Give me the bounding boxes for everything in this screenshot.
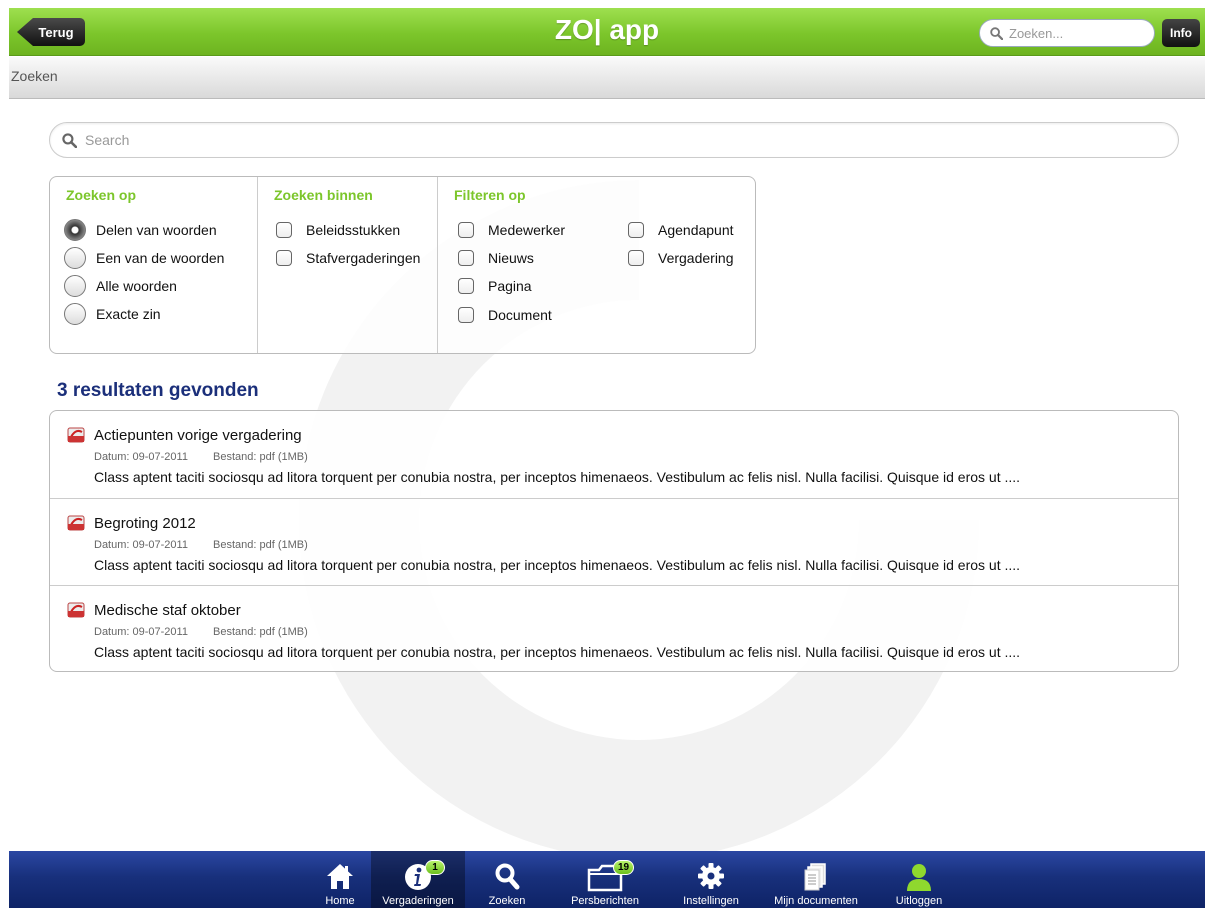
checkbox-document[interactable]: Document [458, 307, 552, 323]
home-icon [327, 864, 353, 889]
pdf-icon [67, 427, 85, 443]
pdf-icon [67, 515, 85, 531]
checkbox[interactable] [458, 307, 474, 323]
checkbox-nieuws[interactable]: Nieuws [458, 250, 534, 266]
option-label: Exacte zin [96, 306, 161, 322]
checkbox-agendapunt[interactable]: Agendapunt [628, 222, 734, 238]
search-icon [62, 132, 77, 148]
search-placeholder: Search [85, 132, 130, 148]
pdf-icon [67, 602, 85, 618]
tab-zoeken[interactable]: Zoeken [477, 851, 537, 908]
top-search-input[interactable]: Zoeken... [979, 19, 1155, 47]
radio-delen-van-woorden[interactable]: Delen van woorden [64, 219, 217, 241]
result-file: Bestand: pdf (1MB) [213, 539, 308, 551]
result-date: Datum: 09-07-2011 [94, 626, 188, 638]
checkbox-medewerker[interactable]: Medewerker [458, 222, 565, 238]
result-title[interactable]: Actiepunten vorige vergadering [94, 427, 302, 444]
result-date: Datum: 09-07-2011 [94, 451, 188, 463]
option-label: Vergadering [658, 250, 734, 266]
notification-badge: 19 [613, 860, 635, 875]
radio-button[interactable] [64, 247, 86, 269]
top-search-placeholder: Zoeken... [1009, 25, 1064, 41]
result-item[interactable]: Begroting 2012 Datum: 09-07-2011 Bestand… [50, 498, 1178, 585]
search-options-panel: Zoeken op Delen van woorden Een van de w… [49, 176, 756, 354]
option-label: Document [488, 307, 552, 323]
breadcrumb-bar: Zoeken [9, 57, 1205, 99]
result-title[interactable]: Medische staf oktober [94, 602, 241, 619]
result-item[interactable]: Medische staf oktober Datum: 09-07-2011 … [50, 585, 1178, 671]
checkbox-pagina[interactable]: Pagina [458, 278, 532, 294]
zoeken-binnen-column: Zoeken binnen Beleidsstukken Stafvergade… [257, 177, 437, 353]
result-description: Class aptent taciti sociosqu ad litora t… [94, 644, 1021, 660]
zoeken-op-column: Zoeken op Delen van woorden Een van de w… [50, 177, 257, 353]
tab-label: Home [325, 895, 355, 907]
result-meta: Datum: 09-07-2011 Bestand: pdf (1MB) [94, 539, 308, 551]
info-button[interactable]: Info [1162, 19, 1200, 47]
result-file: Bestand: pdf (1MB) [213, 451, 308, 463]
checkbox[interactable] [458, 222, 474, 238]
result-item[interactable]: Actiepunten vorige vergadering Datum: 09… [50, 411, 1178, 498]
result-file: Bestand: pdf (1MB) [213, 626, 308, 638]
result-description: Class aptent taciti sociosqu ad litora t… [94, 469, 1021, 485]
result-description: Class aptent taciti sociosqu ad litora t… [94, 557, 1021, 573]
option-label: Een van de woorden [96, 250, 225, 266]
top-bar: Terug ZO| app Zoeken... Info [9, 8, 1205, 56]
tab-label: Persberichten [571, 895, 639, 907]
radio-alle-woorden[interactable]: Alle woorden [64, 275, 177, 297]
checkbox-stafvergaderingen[interactable]: Stafvergaderingen [276, 250, 420, 266]
results-list: Actiepunten vorige vergadering Datum: 09… [49, 410, 1179, 672]
result-title[interactable]: Begroting 2012 [94, 515, 196, 532]
tab-persberichten[interactable]: 19 Persberichten [559, 851, 651, 908]
results-count-title: 3 resultaten gevonden [57, 380, 259, 401]
radio-button[interactable] [64, 275, 86, 297]
checkbox-beleidsstukken[interactable]: Beleidsstukken [276, 222, 400, 238]
search-icon [990, 26, 1003, 40]
tab-label: Mijn documenten [774, 895, 858, 907]
checkbox[interactable] [276, 250, 292, 266]
tab-instellingen[interactable]: Instellingen [671, 851, 751, 908]
documents-icon [804, 863, 826, 891]
tab-mijn-documenten[interactable]: Mijn documenten [761, 851, 871, 908]
option-label: Agendapunt [658, 222, 734, 238]
filteren-op-column: Filteren op Medewerker Nieuws Pagina Doc… [437, 177, 755, 353]
user-icon [907, 864, 931, 891]
checkbox[interactable] [276, 222, 292, 238]
zoeken-binnen-title: Zoeken binnen [274, 187, 373, 203]
bottom-tab-bar: Home 1 Vergaderingen Zoeken 19 Persberic… [9, 851, 1205, 908]
filteren-op-title: Filteren op [454, 187, 526, 203]
checkbox[interactable] [458, 250, 474, 266]
zoeken-op-title: Zoeken op [66, 187, 137, 203]
radio-een-van-de-woorden[interactable]: Een van de woorden [64, 247, 224, 269]
radio-exacte-zin[interactable]: Exacte zin [64, 303, 161, 325]
gear-icon [698, 863, 724, 889]
radio-button-selected[interactable] [64, 219, 86, 241]
radio-button[interactable] [64, 303, 86, 325]
tab-vergaderingen[interactable]: 1 Vergaderingen [371, 851, 465, 908]
search-input[interactable]: Search [49, 122, 1179, 158]
option-label: Stafvergaderingen [306, 250, 421, 266]
option-label: Alle woorden [96, 278, 177, 294]
result-meta: Datum: 09-07-2011 Bestand: pdf (1MB) [94, 451, 308, 463]
result-meta: Datum: 09-07-2011 Bestand: pdf (1MB) [94, 626, 308, 638]
notification-badge: 1 [425, 860, 445, 875]
checkbox[interactable] [628, 222, 644, 238]
option-label: Delen van woorden [96, 222, 217, 238]
tab-label: Vergaderingen [382, 895, 454, 907]
tab-label: Zoeken [488, 895, 526, 907]
option-label: Medewerker [488, 222, 566, 238]
tab-label: Uitloggen [895, 895, 943, 907]
result-date: Datum: 09-07-2011 [94, 539, 188, 551]
option-label: Pagina [488, 278, 532, 294]
option-label: Nieuws [488, 250, 534, 266]
app-frame: Terug ZO| app Zoeken... Info Zoeken Sear… [9, 0, 1205, 908]
checkbox-vergadering[interactable]: Vergadering [628, 250, 734, 266]
checkbox[interactable] [458, 278, 474, 294]
tab-home[interactable]: Home [309, 851, 371, 908]
tab-uitloggen[interactable]: Uitloggen [883, 851, 955, 908]
page-title: Zoeken [11, 68, 58, 84]
tab-label: Instellingen [683, 895, 739, 907]
checkbox[interactable] [628, 250, 644, 266]
search-icon [495, 863, 520, 890]
option-label: Beleidsstukken [306, 222, 401, 238]
